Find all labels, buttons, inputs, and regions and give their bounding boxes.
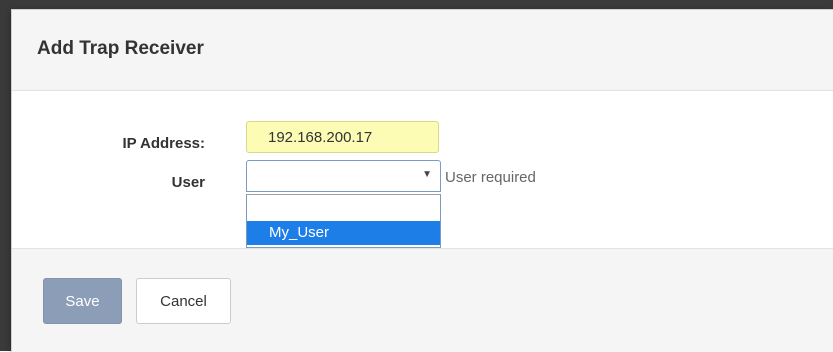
dialog-header: Add Trap Receiver bbox=[12, 10, 833, 91]
cancel-button[interactable]: Cancel bbox=[136, 278, 231, 324]
user-dropdown-list: My_User bbox=[246, 194, 441, 248]
user-option-empty[interactable] bbox=[247, 197, 440, 221]
user-option-my-user[interactable]: My_User bbox=[247, 221, 440, 245]
user-select[interactable]: ▼ bbox=[246, 160, 441, 192]
save-button[interactable]: Save bbox=[43, 278, 122, 324]
user-required-message: User required bbox=[445, 169, 536, 186]
dialog-footer: Save Cancel bbox=[12, 248, 833, 352]
add-trap-receiver-dialog: Add Trap Receiver IP Address: User ▼ Use… bbox=[11, 9, 833, 352]
ip-address-label: IP Address: bbox=[122, 135, 205, 152]
dialog-body: IP Address: User ▼ User required My_User bbox=[12, 91, 833, 248]
ip-address-input[interactable] bbox=[246, 121, 439, 153]
dialog-title: Add Trap Receiver bbox=[37, 38, 204, 59]
user-label: User bbox=[171, 174, 205, 191]
chevron-down-icon: ▼ bbox=[422, 169, 432, 180]
